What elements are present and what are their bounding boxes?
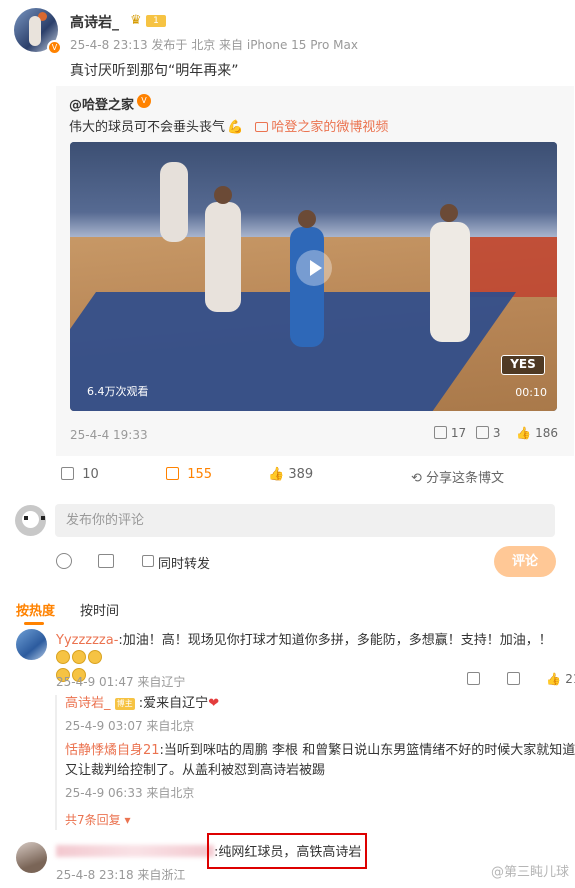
post-meta: 25-4-8 23:13 发布于 北京 来自 iPhone 15 Pro Max [70, 38, 358, 52]
also-repost-checkbox[interactable] [142, 555, 154, 567]
repost-card[interactable]: @哈登之家 V 伟大的球员可不会垂头丧气 💪 哈登之家的微博视频 YES 6.4万… [56, 86, 574, 456]
heart-icon: ❤ [208, 696, 220, 711]
comment-meta: 25-4-9 01:47 来自辽宁 [56, 675, 186, 689]
tab-sort-hot[interactable]: 按热度 [16, 600, 55, 625]
post-header: V 高诗岩_ ♛ 1 25-4-8 23:13 发布于 北京 来自 iPhone… [14, 8, 562, 55]
commenter-avatar[interactable] [16, 629, 47, 660]
my-avatar[interactable] [15, 505, 46, 536]
verified-icon: V [47, 40, 62, 55]
repost-author[interactable]: @哈登之家 [69, 94, 134, 113]
tab-sort-time[interactable]: 按时间 [80, 600, 119, 619]
also-repost-label[interactable]: 同时转发 [158, 553, 210, 572]
thumbs-up-icon: 👍 [516, 426, 532, 440]
repost-text: 伟大的球员可不会垂头丧气 💪 哈登之家的微博视频 [69, 120, 389, 135]
grin-emoji [72, 650, 86, 664]
author-badge: 博主 [114, 698, 135, 710]
reply-text: 高诗岩_ 博主 :爱来自辽宁❤ [65, 696, 220, 711]
comment-count-button[interactable]: 3 [476, 426, 500, 440]
view-count: 6.4万次观看 [87, 385, 149, 398]
reply-user[interactable]: 高诗岩_ [65, 696, 111, 711]
video-link-icon [255, 122, 269, 132]
comment-button[interactable]: 155 [166, 467, 212, 482]
video-duration: 00:10 [515, 386, 547, 399]
repost-count-button[interactable]: 17 [434, 426, 466, 440]
post-text: 真讨厌听到那句“明年再来” [70, 63, 239, 79]
image-icon[interactable] [98, 554, 114, 568]
commenter-name[interactable]: Yyzzzzza- [56, 633, 118, 648]
repost-icon[interactable] [467, 672, 480, 685]
like-count-button[interactable]: 👍 186 [510, 426, 558, 440]
repost-time: 25-4-4 19:33 [70, 428, 148, 442]
comment-icon[interactable] [506, 672, 520, 685]
video-player[interactable]: YES 6.4万次观看 00:10 [70, 142, 557, 411]
commenter-name-blurred[interactable] [56, 845, 214, 857]
repost-button[interactable]: 10 [61, 467, 99, 482]
grin-emoji [88, 650, 102, 664]
watermark: @第三盹儿球 [490, 865, 569, 880]
reply-meta: 25-4-9 06:33 来自北京 [65, 786, 195, 800]
commenter-avatar[interactable] [16, 842, 47, 873]
repost-icon [61, 467, 74, 480]
comment-icon [476, 426, 490, 439]
flexed-arm-emoji: 💪 [227, 120, 244, 135]
author-name[interactable]: 高诗岩_ [70, 12, 119, 32]
repost-icon [434, 426, 448, 439]
reply-text-continued: 又让裁判给控制了。从盖利被怼到高诗岩被踢 [65, 763, 326, 778]
verified-icon: V [137, 94, 151, 108]
member-level-badge[interactable]: ♛ 1 [130, 13, 166, 28]
reply-text: 恬静悸燏自身21:当听到咪咕的周鹏 李根 和曾繁日说山东男篮情绪不好的时候大家就… [65, 743, 575, 758]
comment-actions: 👍 21 [467, 672, 575, 686]
grin-emoji [56, 650, 70, 664]
reply-meta: 25-4-9 03:07 来自北京 [65, 719, 195, 733]
reply-user[interactable]: 恬静悸燏自身21 [65, 743, 160, 758]
emoji-icon[interactable] [56, 553, 72, 569]
thumbs-up-icon: 👍 [268, 467, 285, 482]
post-action-bar: 10 155 👍 389 ⟲ 分享这条博文 [56, 463, 556, 489]
channel-logo: YES [501, 355, 545, 375]
more-replies-link[interactable]: 共7条回复 ▾ [65, 811, 130, 828]
like-button[interactable]: 👍 21 [546, 672, 575, 686]
share-button[interactable]: ⟲ 分享这条博文 [411, 467, 504, 486]
share-icon: ⟲ [411, 471, 422, 486]
thumbs-up-icon: 👍 [546, 672, 562, 686]
video-link[interactable]: 哈登之家的微博视频 [271, 120, 388, 135]
comment-meta: 25-4-8 23:18 来自浙江 [56, 868, 186, 882]
reply-thread: 高诗岩_ 博主 :爱来自辽宁❤ 25-4-9 03:07 来自北京 恬静悸燏自身… [55, 695, 575, 830]
play-icon[interactable] [296, 250, 332, 286]
submit-comment-button[interactable]: 评论 [494, 546, 556, 577]
highlight-annotation [207, 833, 367, 869]
like-button[interactable]: 👍 389 [268, 467, 313, 482]
comment-icon [166, 467, 179, 480]
repost-stats: 17 3 👍 186 [428, 426, 558, 440]
comment-input[interactable]: 发布你的评论 [55, 504, 555, 537]
